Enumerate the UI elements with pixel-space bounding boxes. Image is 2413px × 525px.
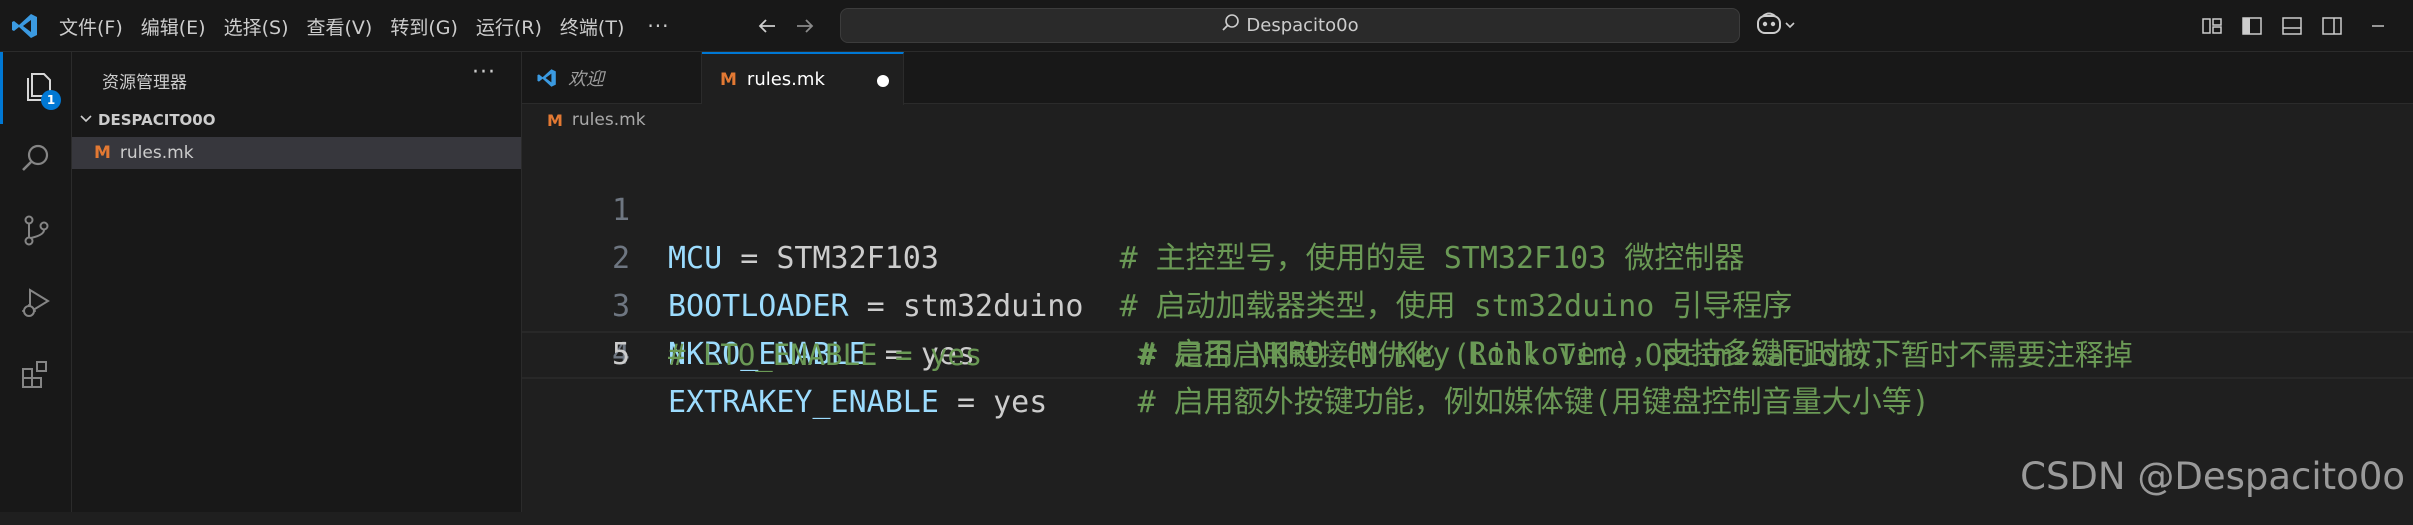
chevron-down-icon [72,110,98,130]
workspace-folder-label: DESPACITO0O [98,111,216,129]
menu-selection[interactable]: 选择(S) [215,7,298,46]
tab-label: rules.mk [747,69,825,90]
file-item-rules-mk[interactable]: M rules.mk [72,137,521,169]
watermark: CSDN @Despacito0o [2020,455,2405,498]
explorer-sidebar: 资源管理器 ··· DESPACITO0O M rules.mk [72,52,522,512]
sidebar-more-button[interactable]: ··· [472,60,496,85]
vscode-icon [536,67,558,89]
run-debug-icon [18,284,54,324]
back-arrow-icon[interactable] [752,11,782,41]
workspace-folder[interactable]: DESPACITO0O [72,104,521,136]
file-item-label: rules.mk [120,143,194,163]
activity-bar: 1 [0,52,72,512]
search-icon [1221,13,1246,38]
copilot-menu-button[interactable] [1755,11,1805,41]
menu-view[interactable]: 查看(V) [298,7,382,46]
code-line: 4 EXTRAKEY_ENABLE = yes # 启用额外按键功能，例如媒体键… [522,283,2413,331]
makefile-icon: M [720,70,737,90]
breadcrumb-file[interactable]: rules.mk [572,110,646,130]
toggle-primary-sidebar-icon[interactable] [2238,11,2266,41]
unsaved-dot-icon[interactable] [877,75,889,87]
menu-run[interactable]: 运行(R) [467,7,551,46]
minimize-icon[interactable] [2343,0,2413,52]
extensions-button[interactable] [0,340,72,412]
code-text: # LTO_ENABLE = yes # 是否启用链接时优化 (Link Tim… [668,331,2133,379]
tab-label: 欢迎 [568,65,604,91]
forward-arrow-icon[interactable] [790,11,820,41]
line-number: 5 [522,331,630,379]
extensions-icon [18,356,54,396]
code-line: 3 NKRO_ENABLE = yes # 启用 NKRO (N-Key Rol… [522,235,2413,283]
makefile-icon: M [94,143,111,163]
menu-file[interactable]: 文件(F) [50,7,132,46]
vscode-logo-icon [10,11,40,41]
customize-layout-icon[interactable] [2198,11,2226,41]
menu-edit[interactable]: 编辑(E) [132,7,215,46]
menu-more-button[interactable]: ··· [633,10,683,42]
breadcrumb: M rules.mk [522,104,646,136]
current-code-line: 5 # LTO_ENABLE = yes # 是否启用链接时优化 (Link T… [522,331,2413,379]
editor-tabs: 欢迎 M rules.mk [522,52,2413,104]
explorer-badge: 1 [41,90,61,110]
copilot-icon [1755,11,1783,41]
search-icon [18,140,54,180]
menu-go[interactable]: 转到(G) [381,7,467,46]
sidebar-title: 资源管理器 [102,68,187,93]
explorer-button[interactable]: 1 [0,52,72,124]
code-line: 2 BOOTLOADER = stm32duino # 启动加载器类型，使用 s… [522,187,2413,235]
toggle-panel-icon[interactable] [2278,11,2306,41]
code-line: 1 MCU = STM32F103 # 主控型号，使用的是 STM32F103 … [522,139,2413,187]
tab-welcome[interactable]: 欢迎 [522,52,702,104]
source-control-button[interactable] [0,196,72,268]
tab-rules-mk[interactable]: M rules.mk [702,52,904,105]
makefile-icon: M [547,111,563,130]
search-view-button[interactable] [0,124,72,196]
toggle-secondary-sidebar-icon[interactable] [2318,11,2346,41]
title-bar: 文件(F) 编辑(E) 选择(S) 查看(V) 转到(G) 运行(R) 终端(T… [0,0,2413,52]
command-center-search[interactable]: Despacito0o [840,8,1740,43]
chevron-down-icon [1783,17,1797,36]
command-center-label: Despacito0o [1246,15,1358,36]
layout-controls [2198,11,2346,41]
menu-bar: 文件(F) 编辑(E) 选择(S) 查看(V) 转到(G) 运行(R) 终端(T… [50,0,683,52]
source-control-icon [18,212,54,252]
menu-terminal[interactable]: 终端(T) [551,7,633,46]
code-text: EXTRAKEY_ENABLE = yes # 启用额外按键功能，例如媒体键(用… [668,379,1930,427]
run-debug-button[interactable] [0,268,72,340]
